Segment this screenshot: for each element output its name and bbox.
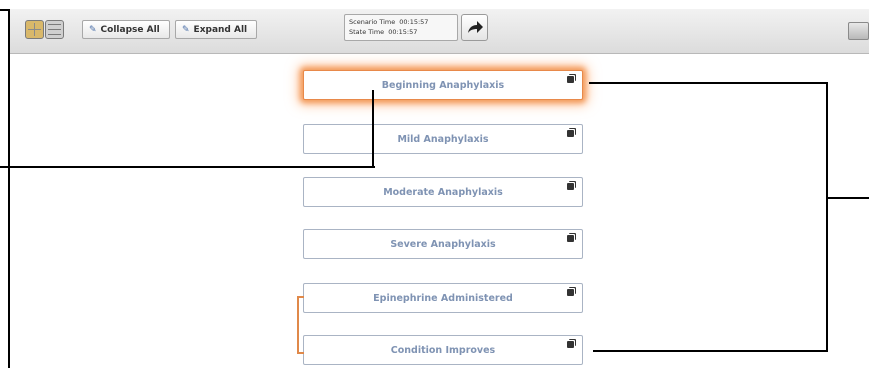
state-connector-bottom (297, 352, 304, 354)
note-icon[interactable] (567, 235, 574, 242)
callout-line-right-bottom (593, 350, 828, 352)
collapse-icon: ✎ (89, 24, 97, 35)
panel-toggle-button[interactable] (848, 22, 869, 40)
collapse-all-button[interactable]: ✎ Collapse All (82, 20, 170, 39)
state-time-label: State Time (349, 28, 385, 36)
state-label: Mild Anaphylaxis (397, 133, 489, 145)
expand-all-label: Expand All (193, 24, 248, 35)
state-connector-top (297, 296, 304, 298)
scenario-time-label: Scenario Time (349, 18, 396, 26)
state-label: Severe Anaphylaxis (390, 238, 496, 250)
arrow-right-icon (468, 21, 483, 33)
callout-line-left-vertical (8, 9, 10, 368)
time-display: Scenario Time 00:15:57 State Time 00:15:… (344, 14, 458, 41)
callout-line-right-stub (826, 197, 869, 199)
state-box-condition-improves[interactable]: Condition Improves (303, 335, 583, 365)
callout-line-right-vertical (826, 82, 828, 352)
state-connector-line (297, 296, 299, 354)
state-box-moderate-anaphylaxis[interactable]: Moderate Anaphylaxis (303, 177, 583, 207)
note-icon[interactable] (567, 130, 574, 137)
note-icon[interactable] (567, 341, 574, 348)
collapse-all-label: Collapse All (100, 24, 160, 35)
list-view-button[interactable] (45, 20, 64, 39)
callout-line-center-vertical (372, 90, 374, 168)
state-box-mild-anaphylaxis[interactable]: Mild Anaphylaxis (303, 124, 583, 154)
callout-line-right-top (589, 82, 828, 84)
grid-view-button[interactable] (25, 20, 44, 39)
state-box-beginning-anaphylaxis[interactable]: Beginning Anaphylaxis (303, 70, 583, 100)
expand-all-button[interactable]: ✎ Expand All (175, 20, 257, 39)
advance-state-button[interactable] (461, 14, 488, 41)
state-label: Condition Improves (390, 344, 496, 356)
state-label: Beginning Anaphylaxis (381, 79, 505, 91)
expand-icon: ✎ (182, 24, 190, 35)
callout-line-middle (0, 166, 375, 168)
scenario-time-value: 00:15:57 (399, 18, 429, 26)
state-box-severe-anaphylaxis[interactable]: Severe Anaphylaxis (303, 229, 583, 259)
note-icon[interactable] (567, 76, 574, 83)
state-label: Moderate Anaphylaxis (383, 186, 503, 198)
state-label: Epinephrine Administered (373, 292, 513, 304)
state-box-epinephrine-administered[interactable]: Epinephrine Administered (303, 283, 583, 313)
note-icon[interactable] (567, 183, 574, 190)
note-icon[interactable] (567, 289, 574, 296)
state-time-value: 00:15:57 (388, 28, 418, 36)
